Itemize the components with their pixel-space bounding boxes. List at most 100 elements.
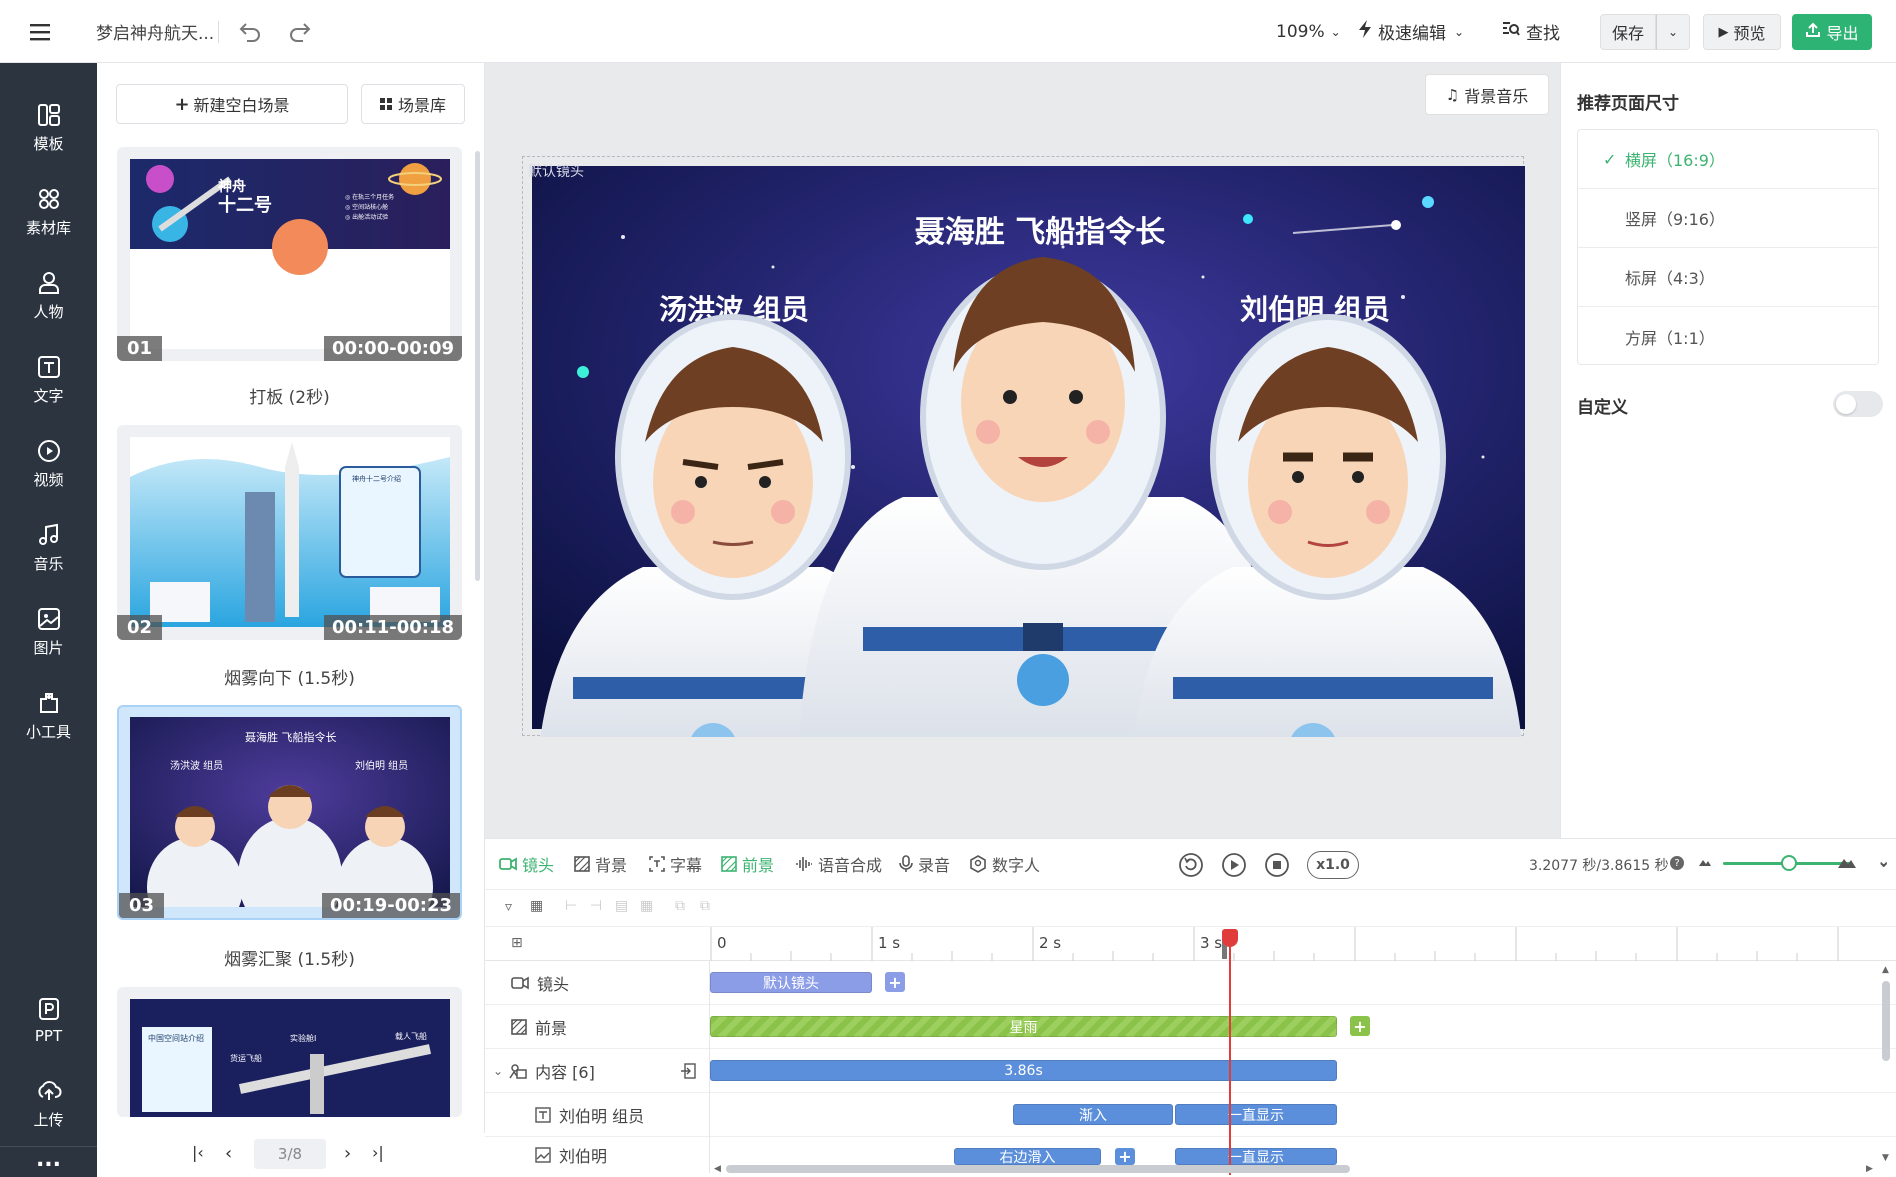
distribute-icon[interactable]: ▤	[615, 898, 628, 914]
scrollbar-thumb[interactable]	[1882, 981, 1890, 1061]
exit-group-icon[interactable]	[680, 1063, 696, 1079]
scene-thumbnail: 聂海胜 飞船指令长 汤洪波 组员 刘伯明 组员	[130, 717, 450, 918]
zoom-out-icon[interactable]	[1697, 854, 1713, 874]
tab-foreground[interactable]: 前景	[721, 839, 774, 889]
custom-size-toggle[interactable]	[1833, 391, 1883, 417]
ruler-tick-label: 2 s	[1039, 934, 1062, 952]
tab-label: 字幕	[670, 856, 703, 875]
last-page-icon[interactable]: ›|	[372, 1143, 384, 1162]
tree-icon[interactable]: ⊞	[511, 935, 523, 951]
nav-item-template[interactable]: 模板	[0, 88, 97, 168]
timeline-horizontal-scrollbar[interactable]: ◀ ▶	[710, 1162, 1880, 1176]
group-icon[interactable]: ▦	[530, 898, 543, 914]
nav-label: 人物	[33, 303, 64, 321]
playhead-handle[interactable]	[1222, 929, 1238, 947]
scene-card[interactable]: 中国空间站介绍 实验舱I 载人飞船 货运飞船	[117, 987, 462, 1117]
scroll-up-icon[interactable]: ▲	[1882, 965, 1889, 975]
nav-item-ppt[interactable]: PPT	[0, 980, 97, 1060]
new-blank-scene-button[interactable]: + 新建空白场景	[116, 84, 348, 124]
nav-item-upload[interactable]: 上传	[0, 1064, 97, 1144]
collapse-icon[interactable]: ⌄ ⌄	[1877, 851, 1890, 889]
scene-library-button[interactable]: 场景库	[361, 84, 465, 124]
page-size-option-4-3[interactable]: 标屏（4:3）	[1577, 248, 1879, 307]
tab-tts[interactable]: 语音合成	[795, 839, 882, 889]
nav-item-image[interactable]: 图片	[0, 592, 97, 672]
background-music-button[interactable]: ♫ 背景音乐	[1425, 74, 1549, 115]
nav-item-video[interactable]: 视频	[0, 424, 97, 504]
copy-icon[interactable]: ⧉	[675, 898, 685, 914]
page-size-option-9-16[interactable]: 竖屏（9:16）	[1577, 189, 1879, 248]
undo-icon[interactable]	[238, 0, 262, 63]
save-options-button[interactable]: ⌄	[1656, 14, 1690, 50]
clip-fade-in[interactable]: 渐入	[1013, 1104, 1173, 1125]
help-icon[interactable]: ?	[1670, 856, 1684, 870]
scene-card[interactable]: 神舟 十二号 ◎ 在轨三个月任务 ◎ 空间站核心舱 ◎ 出舱活动试验 01 00…	[117, 147, 462, 361]
save-button[interactable]: 保存	[1600, 14, 1656, 50]
playhead[interactable]	[1229, 929, 1231, 1175]
zoom-slider-handle[interactable]	[1781, 855, 1797, 871]
scene-list-scrollbar[interactable]	[475, 151, 480, 581]
title-main[interactable]: 聂海胜 飞船指令长	[915, 215, 1165, 250]
nav-item-tools[interactable]: 小工具	[0, 676, 97, 756]
tab-subtitle[interactable]: 字幕	[649, 839, 702, 889]
clip-content-duration[interactable]: 3.86s	[710, 1060, 1337, 1081]
expand-icon[interactable]: ⌄	[493, 1064, 503, 1078]
tab-camera[interactable]: 镜头	[499, 839, 554, 889]
clip-star-rain[interactable]: 星雨	[710, 1016, 1337, 1037]
delete-icon[interactable]: ⧉	[700, 898, 710, 914]
library-icon	[38, 189, 59, 209]
scroll-left-icon[interactable]: ◀	[714, 1164, 721, 1174]
project-title[interactable]: 梦启神舟航天...	[96, 0, 214, 63]
zoom-in-icon[interactable]	[1837, 852, 1857, 876]
page-size-option-1-1[interactable]: 方屏（1:1）	[1577, 307, 1879, 366]
stack-icon[interactable]: ▦	[640, 898, 653, 914]
scrollbar-thumb[interactable]	[726, 1165, 1350, 1173]
scene-card[interactable]: 神舟十二号介绍 02 00:11-00:18	[117, 425, 462, 640]
scroll-down-icon[interactable]: ▼	[1882, 1153, 1889, 1163]
first-page-icon[interactable]: |‹	[192, 1143, 204, 1162]
prev-page-icon[interactable]: ‹	[225, 1143, 232, 1164]
clip-always-show[interactable]: 一直显示	[1175, 1104, 1337, 1125]
nav-item-music[interactable]: 音乐	[0, 508, 97, 588]
edit-mode-select[interactable]: 极速编辑 ⌄	[1358, 0, 1464, 63]
align-left-icon[interactable]: ⊢	[565, 898, 577, 914]
play-icon: ▶	[1718, 24, 1729, 40]
filter-icon[interactable]: ▿	[505, 899, 512, 915]
stop-icon[interactable]	[1264, 852, 1290, 882]
replay-icon[interactable]	[1178, 852, 1204, 882]
play-icon[interactable]	[1221, 852, 1247, 882]
scene-thumbnail: 神舟十二号介绍	[130, 437, 450, 627]
align-right-icon[interactable]: ⊣	[590, 898, 602, 914]
find-button[interactable]: 查找	[1502, 0, 1560, 63]
export-button[interactable]: 导出	[1792, 14, 1872, 50]
track-foreground: 前景 星雨 +	[485, 1005, 1896, 1049]
scene-card-selected[interactable]: 聂海胜 飞船指令长 汤洪波 组员 刘伯明 组员 03 00:19-00:23	[117, 705, 462, 920]
tab-digital-human[interactable]: 数字人	[969, 839, 1040, 889]
redo-icon[interactable]	[288, 0, 312, 63]
layers-icon	[509, 1064, 527, 1079]
menu-icon[interactable]	[30, 0, 52, 63]
tab-background[interactable]: 背景	[574, 839, 627, 889]
more-menu[interactable]: ...	[0, 1149, 97, 1171]
scroll-right-icon[interactable]: ▶	[1866, 1164, 1873, 1174]
clip-default-camera[interactable]: 默认镜头	[710, 972, 872, 993]
scene-thumbnail: 中国空间站介绍 实验舱I 载人飞船 货运飞船	[130, 999, 450, 1117]
page-size-option-16-9[interactable]: ✓ 横屏（16:9）	[1577, 130, 1879, 189]
page-indicator[interactable]: 3/8	[254, 1139, 326, 1169]
nav-item-text[interactable]: 文字	[0, 340, 97, 420]
timeline-vertical-scrollbar[interactable]: ▲ ▼	[1879, 965, 1893, 1165]
next-page-icon[interactable]: ›	[344, 1143, 351, 1164]
zoom-select[interactable]: 109% ⌄	[1276, 0, 1341, 63]
add-foreground-button[interactable]: +	[1350, 1016, 1370, 1036]
canvas-frame[interactable]: 聂海胜 飞船指令长 汤洪波 组员 刘伯明 组员 默认镜头	[522, 156, 1525, 737]
nav-item-library[interactable]: 素材库	[0, 172, 97, 252]
image-icon	[37, 608, 60, 630]
page-size-option-label: 方屏（1:1）	[1625, 328, 1715, 348]
tab-record[interactable]: 录音	[899, 839, 950, 889]
preview-button[interactable]: ▶ 预览	[1703, 14, 1781, 50]
nav-label: 文字	[33, 387, 64, 405]
nav-item-person[interactable]: 人物	[0, 256, 97, 336]
add-camera-button[interactable]: +	[885, 972, 905, 992]
subtitle-icon	[649, 856, 665, 872]
speed-button[interactable]: x1.0	[1307, 851, 1359, 879]
